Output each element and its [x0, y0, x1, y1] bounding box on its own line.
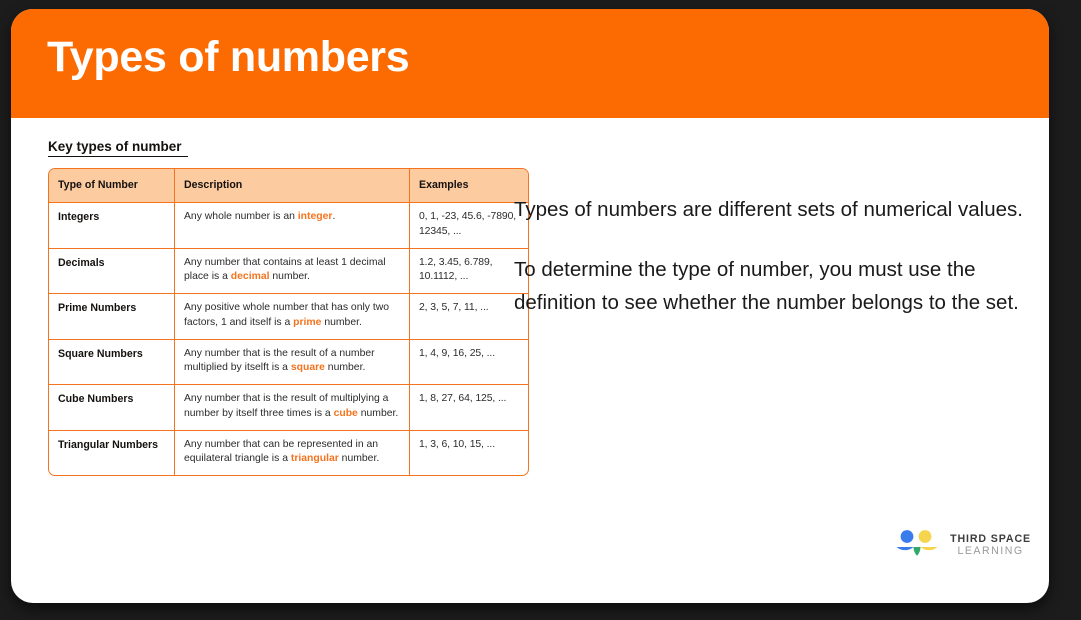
cell-description: Any number that is the result of multipl…: [175, 385, 410, 431]
description-text: number.: [269, 271, 310, 283]
table-header-row: Type of Number Description Examples: [49, 169, 528, 204]
section-heading: Key types of number: [48, 139, 188, 157]
highlighted-term: decimal: [230, 271, 270, 283]
cell-description: Any number that contains at least 1 deci…: [175, 248, 410, 295]
slide-card: Types of numbers Key types of number Typ…: [11, 9, 1049, 603]
highlighted-term: triangular: [290, 453, 339, 465]
explanation-text: Types of numbers are different sets of n…: [514, 193, 1034, 320]
page-title: Types of numbers: [47, 33, 410, 81]
cell-type-of-number: Cube Numbers: [49, 385, 175, 431]
explanation-paragraph: Types of numbers are different sets of n…: [514, 198, 1023, 221]
cell-description: Any positive whole number that has only …: [175, 294, 410, 340]
cell-examples: 1.2, 3.45, 6.789, 10.1112, ...: [410, 249, 528, 295]
table-row: Decimals Any number that contains at leas…: [49, 248, 528, 295]
logo-line-2: LEARNING: [957, 545, 1024, 557]
slide-header-band: Types of numbers: [11, 9, 1049, 118]
description-text: number.: [357, 407, 399, 419]
column-header-type: Type of Number: [49, 169, 175, 204]
cell-type-of-number: Prime Numbers: [49, 294, 175, 340]
cell-examples: 1, 8, 27, 64, 125, ...: [410, 385, 528, 431]
cell-type-of-number: Integers: [49, 203, 175, 249]
table-row: Square Numbers Any number that is the res…: [49, 339, 528, 386]
description-text: number.: [324, 362, 366, 374]
cell-description: Any number that can be represented in an…: [175, 430, 410, 476]
cell-type-of-number: Triangular Numbers: [49, 430, 175, 476]
cell-examples: 1, 4, 9, 16, 25, ...: [410, 340, 528, 386]
table-row: Integers Any whole number is an integer. 0…: [49, 203, 528, 249]
cell-description: Any whole number is an integer.: [175, 203, 410, 249]
table-row: Cube Numbers Any number that is the resul…: [49, 385, 528, 431]
explanation-paragraph: To determine the type of number, you mus…: [514, 258, 1019, 315]
highlighted-term: prime: [293, 316, 322, 328]
cell-type-of-number: Square Numbers: [49, 339, 175, 386]
third-space-learning-mark-icon: [896, 530, 938, 556]
description-text: number.: [338, 453, 380, 465]
description-text: number.: [321, 316, 362, 328]
description-text: .: [332, 211, 336, 223]
description-text: Any whole number is an: [184, 211, 298, 223]
table-body: Integers Any whole number is an integer. 0…: [49, 203, 528, 476]
cell-examples: 1, 3, 6, 10, 15, ...: [419, 438, 495, 450]
brand-logo: THIRD SPACE LEARNING: [893, 529, 1031, 563]
types-of-numbers-table: Type of Number Description Examples Inte…: [48, 168, 529, 477]
table-row: Prime Numbers Any positive whole number t…: [49, 294, 528, 340]
slide-body: Key types of number Type of Number Descr…: [11, 118, 1049, 603]
column-header-examples: Examples: [410, 169, 528, 204]
logo-wordmark: THIRD SPACE LEARNING: [950, 533, 1031, 558]
cell-examples: 2, 3, 5, 7, 11, ...: [410, 294, 528, 340]
column-header-description: Description: [175, 169, 410, 204]
cell-examples: 0, 1, -23, 45.6, -7890, 12345, ...: [410, 203, 528, 249]
table-header: Type of Number Description Examples: [49, 169, 528, 204]
cell-type-of-number: Decimals: [49, 248, 175, 295]
highlighted-term: cube: [333, 407, 358, 419]
highlighted-term: integer: [297, 211, 333, 223]
highlighted-term: square: [290, 362, 325, 374]
cell-description: Any number that is the result of a numbe…: [175, 339, 410, 386]
table-row: Triangular Numbers Any number that can be…: [49, 430, 528, 476]
